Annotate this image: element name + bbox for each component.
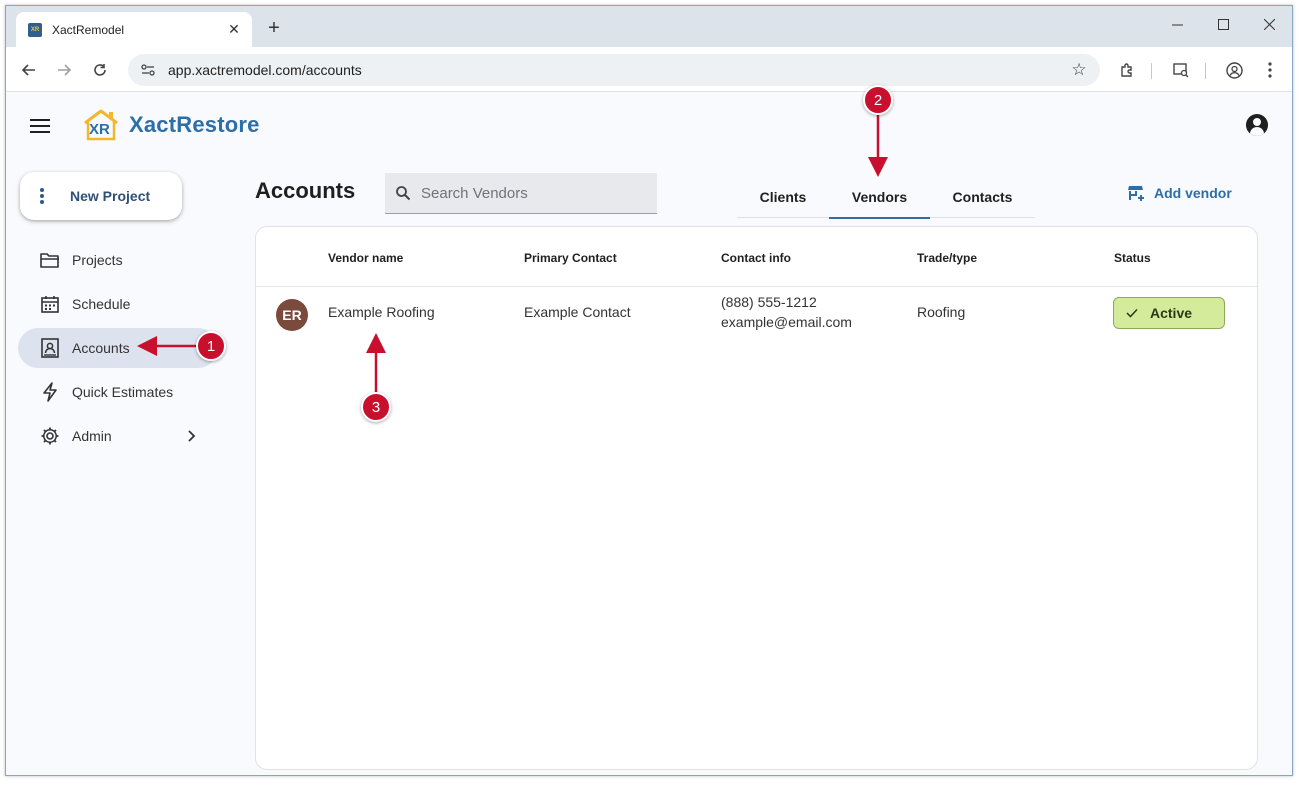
sidebar-item-label: Admin — [72, 428, 112, 444]
annotation-callout-1: 1 — [196, 331, 226, 361]
column-header-primary-contact[interactable]: Primary Contact — [524, 251, 617, 265]
site-settings-icon[interactable] — [140, 62, 156, 78]
vendors-table: Vendor name Primary Contact Contact info… — [255, 226, 1258, 770]
back-arrow-icon[interactable] — [16, 57, 42, 83]
favicon-icon: XR — [28, 22, 42, 37]
contact-email-cell: example@email.com — [721, 314, 852, 330]
gear-icon — [40, 426, 60, 446]
add-vendor-button[interactable]: Add vendor — [1128, 182, 1232, 204]
lightning-icon — [40, 382, 60, 402]
vendor-avatar: ER — [276, 299, 308, 331]
url-text: app.xactremodel.com/accounts — [168, 62, 362, 78]
add-vendor-label: Add vendor — [1154, 185, 1232, 201]
annotation-callout-3: 3 — [361, 392, 391, 422]
user-account-icon[interactable] — [1246, 114, 1268, 136]
vendor-name-cell[interactable]: Example Roofing — [328, 304, 435, 320]
house-logo-icon: XR — [82, 108, 120, 142]
column-header-status[interactable]: Status — [1114, 251, 1151, 265]
forward-arrow-icon[interactable] — [51, 57, 77, 83]
trade-type-cell: Roofing — [917, 304, 966, 320]
column-header-trade-type[interactable]: Trade/type — [917, 251, 977, 265]
status-badge[interactable]: Active — [1113, 297, 1225, 329]
tab-vendors[interactable]: Vendors — [829, 176, 930, 219]
window-controls — [1154, 6, 1292, 42]
tab-search-icon[interactable] — [1168, 57, 1194, 83]
sidebar-item-quick-estimates[interactable]: Quick Estimates — [18, 372, 218, 412]
brand-logo[interactable]: XR XactRestore — [82, 108, 260, 142]
search-icon — [395, 185, 411, 201]
account-type-tabs: Clients Vendors Contacts — [737, 176, 1035, 219]
sidebar-nav: Projects Schedule Accounts Quick Estimat… — [18, 240, 218, 460]
brand-mark-text: XR — [89, 121, 110, 138]
folder-icon — [40, 250, 60, 270]
tab-close-icon[interactable]: ✕ — [222, 18, 246, 42]
extensions-icon[interactable] — [1114, 57, 1140, 83]
browser-tab[interactable]: XR XactRemodel ✕ — [16, 12, 252, 47]
page-title: Accounts — [255, 178, 356, 203]
brand-name: XactRestore — [129, 112, 260, 137]
table-header: Vendor name Primary Contact Contact info… — [256, 227, 1257, 287]
add-store-icon — [1128, 185, 1146, 201]
profile-icon[interactable] — [1221, 57, 1247, 83]
minimize-icon[interactable] — [1154, 6, 1200, 42]
primary-contact-cell: Example Contact — [524, 304, 631, 320]
sidebar-item-accounts[interactable]: Accounts — [18, 328, 218, 368]
kebab-menu-icon — [40, 188, 44, 204]
hamburger-menu-icon[interactable] — [28, 116, 52, 136]
bookmark-star-icon[interactable]: ☆ — [1064, 55, 1094, 85]
sidebar-item-label: Schedule — [72, 296, 131, 312]
tab-clients[interactable]: Clients — [737, 176, 829, 218]
status-label: Active — [1150, 305, 1193, 321]
checkmark-icon — [1126, 308, 1138, 318]
chevron-right-icon[interactable] — [184, 428, 200, 444]
search-input[interactable] — [421, 184, 641, 202]
annotation-callout-2: 2 — [863, 85, 893, 115]
table-row[interactable]: ER Example Roofing Example Contact (888)… — [256, 287, 1257, 339]
browser-menu-icon[interactable] — [1257, 57, 1283, 83]
column-header-contact-info[interactable]: Contact info — [721, 251, 791, 265]
reload-icon[interactable] — [87, 57, 113, 83]
browser-toolbar: app.xactremodel.com/accounts ☆ — [6, 47, 1292, 92]
app-area: XR XactRestore New Project Projects Sche… — [6, 92, 1292, 775]
sidebar-item-label: Accounts — [72, 340, 130, 356]
address-bar[interactable]: app.xactremodel.com/accounts ☆ — [128, 54, 1100, 86]
calendar-icon — [40, 294, 60, 314]
toolbar-separator — [1205, 63, 1206, 79]
sidebar-item-projects[interactable]: Projects — [18, 240, 218, 280]
new-tab-button[interactable]: + — [260, 14, 288, 42]
tab-contacts[interactable]: Contacts — [930, 176, 1035, 218]
tab-strip: XR XactRemodel ✕ + — [6, 6, 1292, 47]
tab-title: XactRemodel — [52, 22, 125, 37]
contact-card-icon — [40, 338, 60, 358]
new-project-label: New Project — [70, 188, 151, 204]
sidebar-item-label: Projects — [72, 252, 123, 268]
sidebar-item-label: Quick Estimates — [72, 384, 174, 400]
toolbar-separator — [1151, 63, 1152, 79]
browser-window: XR XactRemodel ✕ + app.xactremodel.com/a… — [5, 5, 1293, 776]
sidebar-item-admin[interactable]: Admin — [18, 416, 218, 456]
close-window-icon[interactable] — [1246, 6, 1292, 42]
column-header-vendor-name[interactable]: Vendor name — [328, 251, 403, 265]
sidebar-item-schedule[interactable]: Schedule — [18, 284, 218, 324]
new-project-button[interactable]: New Project — [20, 172, 182, 220]
maximize-icon[interactable] — [1200, 6, 1246, 42]
contact-phone-cell: (888) 555-1212 — [721, 294, 817, 310]
search-field[interactable] — [385, 173, 657, 214]
